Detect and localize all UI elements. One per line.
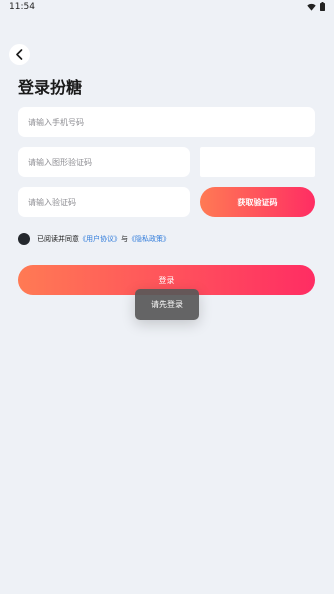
toast-message: 请先登录	[135, 289, 199, 320]
back-button[interactable]	[9, 44, 30, 65]
wifi-icon	[307, 3, 316, 11]
captcha-image[interactable]	[200, 147, 315, 177]
agree-checkbox[interactable]	[18, 233, 30, 245]
captcha-input[interactable]	[18, 147, 190, 177]
user-agreement-link[interactable]: 《用户协议》	[79, 234, 121, 244]
phone-input[interactable]	[18, 107, 315, 137]
agreement-joiner: 与	[121, 235, 128, 243]
captcha-field	[18, 147, 190, 177]
agreement-row: 已阅读并同意 《用户协议》 与 《隐私政策》	[18, 232, 170, 246]
battery-icon	[320, 2, 325, 11]
phone-field	[18, 107, 315, 137]
chevron-left-icon	[16, 49, 23, 60]
privacy-policy-link[interactable]: 《隐私政策》	[128, 234, 170, 244]
status-icons	[307, 2, 325, 11]
status-bar: 11:54	[0, 0, 334, 14]
sms-code-field	[18, 187, 190, 217]
page-title: 登录扮糖	[18, 78, 83, 97]
agreement-prefix: 已阅读并同意	[37, 235, 79, 243]
get-code-button[interactable]: 获取验证码	[200, 187, 315, 217]
status-time: 11:54	[9, 2, 35, 12]
sms-code-input[interactable]	[18, 187, 190, 217]
